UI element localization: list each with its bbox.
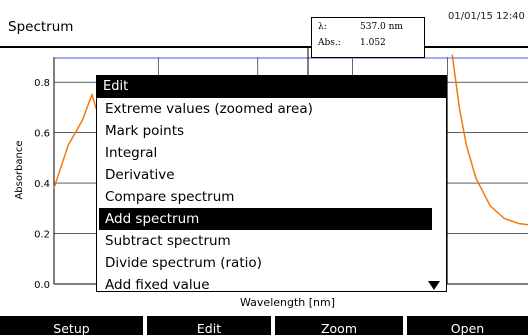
setup-button[interactable]: Setup — [0, 316, 143, 335]
menu-item-divide-spectrum[interactable]: Divide spectrum (ratio) — [99, 252, 432, 274]
edit-button[interactable]: Edit — [147, 316, 271, 335]
y-tick-label: 0.8 — [34, 78, 50, 89]
y-axis-label: Absorbance — [14, 140, 25, 199]
softkey-bar: Setup Edit Zoom Open — [0, 316, 528, 335]
zoom-button[interactable]: Zoom — [275, 316, 403, 335]
edit-menu: Edit Extreme values (zoomed area) Mark p… — [96, 75, 447, 293]
y-tick-label: 0.0 — [34, 280, 50, 291]
scroll-down-icon[interactable] — [428, 281, 440, 290]
cursor-readout: λ: 537.0 nm Abs.: 1.052 — [311, 17, 425, 58]
datetime-display: 01/01/15 12:40 — [448, 11, 525, 22]
x-axis-label: Wavelength [nm] — [240, 296, 336, 309]
page-title: Spectrum — [8, 19, 74, 35]
lambda-label: λ: — [318, 22, 327, 32]
open-button[interactable]: Open — [407, 316, 528, 335]
menu-item-subtract-spectrum[interactable]: Subtract spectrum — [99, 230, 432, 252]
menu-item-compare-spectrum[interactable]: Compare spectrum — [99, 186, 432, 208]
lambda-value: 537.0 nm — [360, 22, 403, 32]
absorbance-label: Abs.: — [318, 38, 341, 48]
absorbance-value: 1.052 — [360, 38, 386, 48]
menu-item-extreme-values[interactable]: Extreme values (zoomed area) — [99, 98, 432, 120]
menu-item-mark-points[interactable]: Mark points — [99, 120, 432, 142]
y-tick-label: 0.6 — [34, 129, 50, 140]
menu-item-integral[interactable]: Integral — [99, 142, 432, 164]
y-tick-labels: 0.8 0.6 0.4 0.2 0.0 — [34, 78, 50, 291]
menu-item-add-fixed-value[interactable]: Add fixed value — [99, 274, 432, 296]
menu-item-add-spectrum[interactable]: Add spectrum — [99, 208, 432, 230]
menu-item-derivative[interactable]: Derivative — [99, 164, 432, 186]
spectrum-series-line-1 — [451, 54, 528, 226]
menu-header: Edit — [97, 76, 446, 98]
spectrum-screen: Spectrum 01/01/15 12:40 λ: 537.0 nm Abs.… — [0, 0, 528, 335]
y-tick-label: 0.4 — [34, 179, 50, 190]
title-bar — [0, 0, 528, 48]
y-tick-label: 0.2 — [34, 230, 50, 241]
